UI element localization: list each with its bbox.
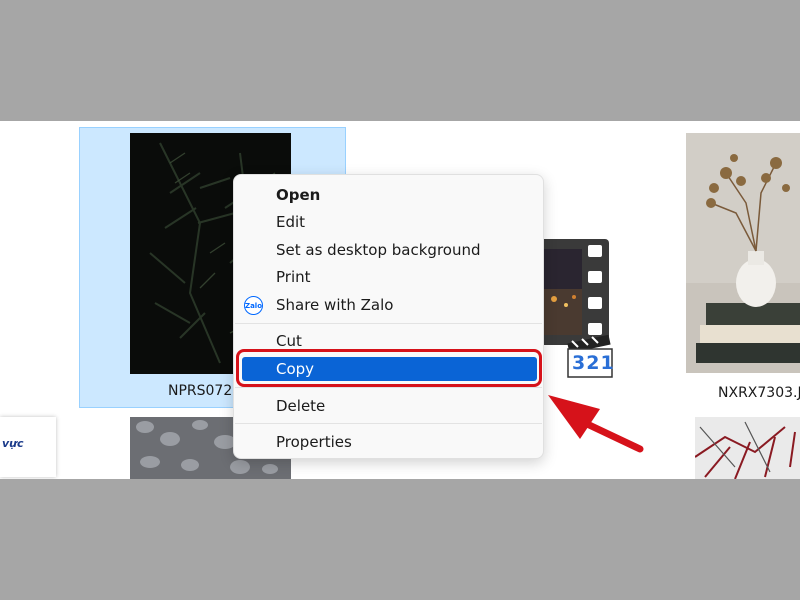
menu-item-label: Print	[276, 268, 311, 286]
red-branches-thumbnail[interactable]	[695, 417, 800, 479]
menu-item-edit[interactable]: Edit	[234, 209, 543, 236]
right-file-name: NXRX7303.JF	[718, 385, 800, 401]
context-menu: Open Edit Set as desktop background Prin…	[233, 174, 544, 459]
menu-separator	[235, 423, 542, 424]
menu-item-label: Share with Zalo	[276, 296, 394, 314]
file-explorer-view: NPRS0723 321 NXRX7303.J vực Open Edit Se…	[0, 121, 800, 479]
menu-item-label: Delete	[276, 397, 326, 415]
menu-separator	[235, 387, 542, 388]
left-partial-card[interactable]: vực	[0, 417, 56, 477]
menu-item-label: Properties	[276, 433, 352, 451]
video-thumbnail[interactable]	[540, 239, 609, 345]
left-card-text: vực	[2, 437, 24, 450]
media-player-classic-icon: 321	[566, 335, 614, 379]
menu-item-label: Set as desktop background	[276, 241, 481, 259]
zalo-icon: Zalo	[244, 296, 263, 315]
mpc-badge-text: 321	[572, 352, 614, 374]
menu-item-set-desktop-background[interactable]: Set as desktop background	[234, 237, 543, 264]
menu-item-delete[interactable]: Delete	[234, 393, 543, 420]
menu-item-print[interactable]: Print	[234, 264, 543, 291]
menu-item-properties[interactable]: Properties	[234, 429, 543, 456]
dried-flowers-thumbnail[interactable]	[686, 133, 800, 373]
menu-item-label: Open	[276, 186, 321, 204]
annotation-arrow-icon	[548, 395, 644, 453]
menu-item-open[interactable]: Open	[234, 182, 543, 209]
menu-item-label: Edit	[276, 213, 306, 231]
menu-item-share-with-zalo[interactable]: Zalo Share with Zalo	[234, 292, 543, 319]
copy-highlight-annotation	[236, 349, 542, 387]
selected-file-name: NPRS0723	[168, 383, 242, 399]
menu-separator	[235, 323, 542, 324]
